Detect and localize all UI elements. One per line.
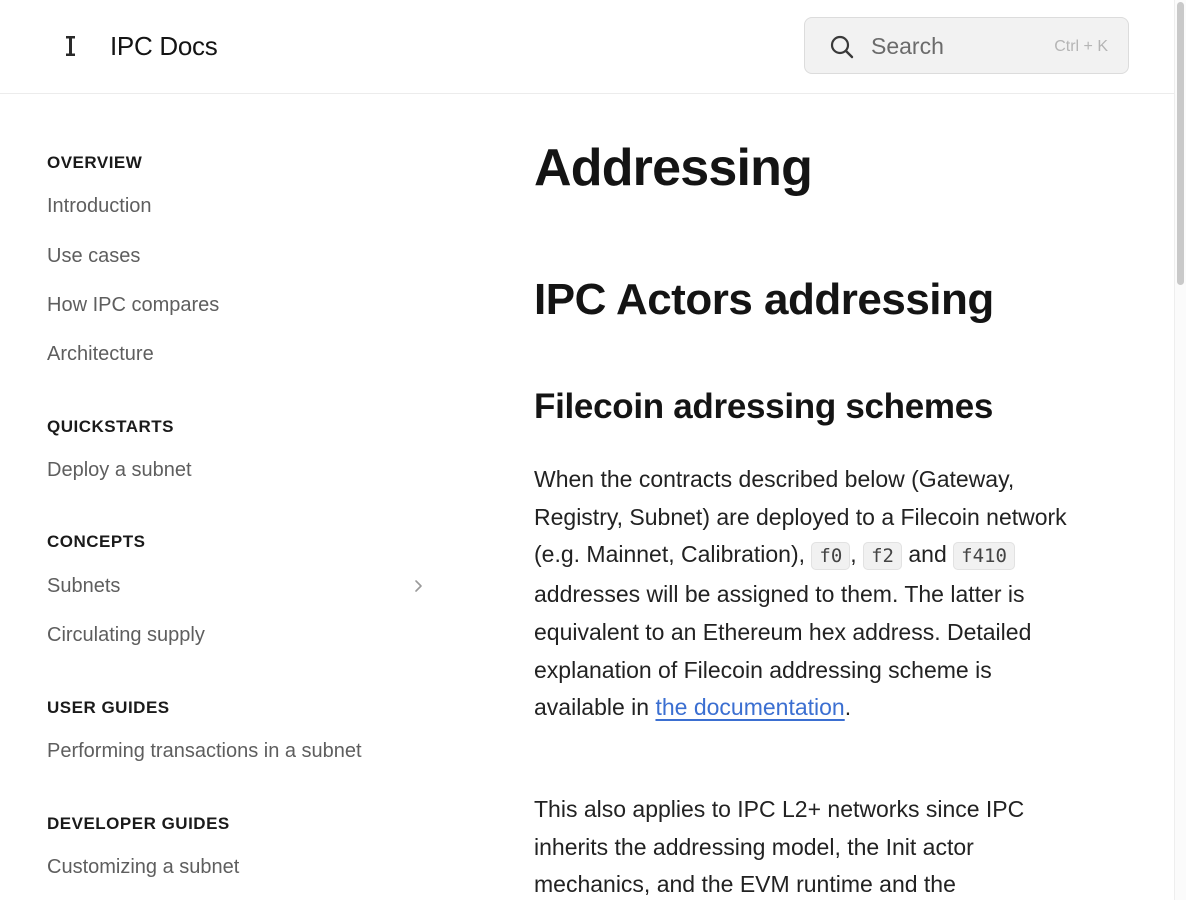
section-heading: IPC Actors addressing (534, 275, 994, 324)
paragraph-filecoin-schemes: When the contracts described below (Gate… (534, 461, 1074, 727)
search-button[interactable]: Search Ctrl + K (804, 17, 1129, 74)
nav-heading-user-guides: USER GUIDES (47, 698, 170, 717)
nav-heading-quickstarts: QUICKSTARTS (47, 417, 175, 436)
sidebar-item-performing-transactions[interactable]: Performing transactions in a subnet (47, 740, 362, 763)
sidebar-item-subnets[interactable]: Subnets (47, 575, 120, 598)
top-header: IPC Docs Search Ctrl + K (0, 0, 1174, 94)
inline-code-f2: f2 (863, 542, 902, 571)
site-title[interactable]: IPC Docs (110, 31, 218, 62)
nav-heading-overview: OVERVIEW (47, 153, 143, 172)
paragraph-ipc-l2: This also applies to IPC L2+ networks si… (534, 796, 1025, 898)
page-title: Addressing (534, 139, 813, 197)
sidebar-item-circulating-supply[interactable]: Circulating supply (47, 624, 205, 647)
logo-icon[interactable] (60, 32, 80, 60)
sidebar-item-customizing-a-subnet[interactable]: Customizing a subnet (47, 856, 239, 879)
search-placeholder: Search (871, 33, 944, 59)
scrollbar-thumb[interactable] (1177, 2, 1184, 285)
nav-heading-developer-guides: DEVELOPER GUIDES (47, 814, 230, 833)
chevron-right-icon[interactable] (411, 578, 425, 594)
paragraph-text: , (850, 541, 864, 568)
inline-code-f410: f410 (953, 542, 1015, 571)
sidebar-item-deploy-a-subnet[interactable]: Deploy a subnet (47, 459, 192, 482)
sidebar-item-use-cases[interactable]: Use cases (47, 245, 140, 268)
sidebar-item-how-ipc-compares[interactable]: How IPC compares (47, 294, 219, 317)
paragraph-text: . (844, 694, 852, 721)
paragraph-text: and (901, 541, 954, 568)
subsection-heading: Filecoin adressing schemes (534, 387, 994, 426)
inline-code-f0: f0 (811, 542, 851, 571)
sidebar-item-architecture[interactable]: Architecture (47, 343, 154, 366)
search-shortcut: Ctrl + K (1054, 38, 1108, 55)
sidebar-item-introduction[interactable]: Introduction (47, 195, 152, 218)
nav-heading-concepts: CONCEPTS (47, 532, 146, 551)
search-icon (830, 35, 854, 59)
sidebar-nav: OVERVIEW Introduction Use cases How IPC … (0, 95, 460, 900)
documentation-link[interactable]: the documentation (655, 694, 844, 720)
page-scrollbar[interactable] (1174, 0, 1186, 900)
